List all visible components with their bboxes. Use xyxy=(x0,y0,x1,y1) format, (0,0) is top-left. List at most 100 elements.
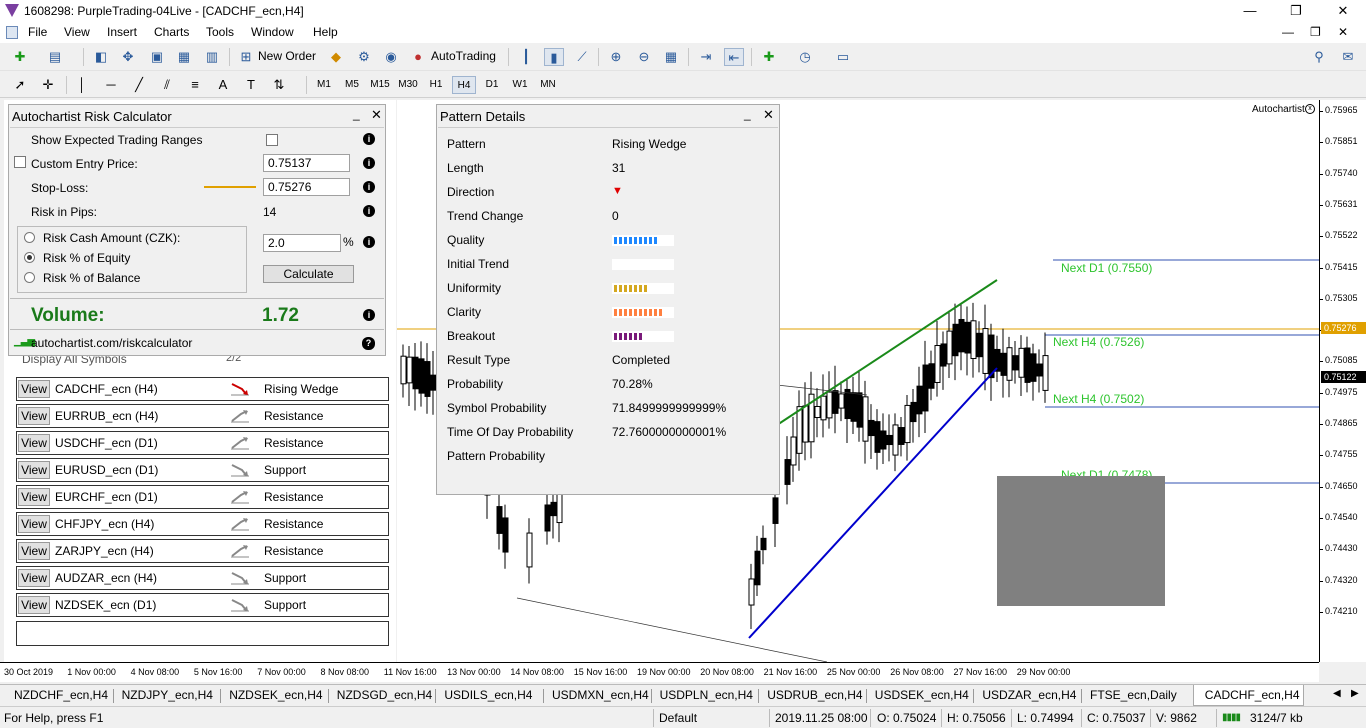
risk-balance-radio[interactable] xyxy=(24,272,35,283)
mdi-close-button[interactable]: ✕ xyxy=(1338,25,1348,39)
horizontal-line-icon[interactable]: ─ xyxy=(101,76,121,94)
chart-tab[interactable]: USDRUB_ecn,H4 xyxy=(767,688,862,702)
info-icon[interactable]: i xyxy=(363,157,375,169)
indicators-icon[interactable]: ✚ xyxy=(759,48,779,66)
zoom-in-icon[interactable]: ⊕ xyxy=(606,48,626,66)
timeframe-m30[interactable]: M30 xyxy=(396,76,420,94)
timeframe-m5[interactable]: M5 xyxy=(340,76,364,94)
market-watch-icon[interactable]: ◧ xyxy=(91,48,111,66)
info-icon[interactable]: i xyxy=(363,236,375,248)
risk-calculator-link[interactable]: autochartist.com/riskcalculator xyxy=(31,336,192,350)
crosshair-icon[interactable]: ✛ xyxy=(38,76,58,94)
chart-tab[interactable]: USDZAR_ecn,H4 xyxy=(982,688,1076,702)
mdi-minimize-button[interactable]: — xyxy=(1282,25,1294,39)
chart-tab[interactable]: NZDJPY_ecn,H4 xyxy=(122,688,213,702)
show-ranges-checkbox[interactable] xyxy=(266,134,278,146)
pattern-row[interactable]: View EURUSD_ecn (D1) Support xyxy=(16,458,389,482)
timeframe-d1[interactable]: D1 xyxy=(480,76,504,94)
strategy-tester-icon[interactable]: ▥ xyxy=(202,48,222,66)
pattern-row[interactable]: View CADCHF_ecn (H4) Rising Wedge xyxy=(16,377,389,401)
data-window-icon[interactable]: ✥ xyxy=(118,48,138,66)
chart-tab[interactable]: NZDSGD_ecn,H4 xyxy=(337,688,432,702)
bar-chart-icon[interactable]: ┃ xyxy=(516,48,536,66)
panel-minimize-icon[interactable]: _ xyxy=(353,107,360,121)
menu-help[interactable]: Help xyxy=(313,25,338,39)
pattern-row[interactable]: View USDCHF_ecn (D1) Resistance xyxy=(16,431,389,455)
chart-tab[interactable]: USDILS_ecn,H4 xyxy=(444,688,532,702)
view-button[interactable]: View xyxy=(18,569,50,587)
chart-tab[interactable]: USDSEK_ecn,H4 xyxy=(875,688,969,702)
pattern-row[interactable]: View AUDZAR_ecn (H4) Support xyxy=(16,566,389,590)
risk-cash-radio[interactable] xyxy=(24,232,35,243)
info-icon[interactable]: i xyxy=(363,205,375,217)
pattern-row[interactable]: View NZDSEK_ecn (D1) Support xyxy=(16,593,389,617)
timeframe-w1[interactable]: W1 xyxy=(508,76,532,94)
menu-view[interactable]: View xyxy=(64,25,90,39)
view-button[interactable]: View xyxy=(18,515,50,533)
new-chart-icon[interactable]: ✚ xyxy=(10,48,30,66)
help-icon[interactable]: ? xyxy=(362,337,375,350)
new-order-button[interactable]: New Order xyxy=(258,49,316,63)
info-icon[interactable]: i xyxy=(363,181,375,193)
templates-icon[interactable]: ▭ xyxy=(833,48,853,66)
autotrading-button[interactable]: AutoTrading xyxy=(431,49,496,63)
text-label-icon[interactable]: T xyxy=(241,76,261,94)
stop-loss-input[interactable] xyxy=(263,178,350,196)
custom-entry-checkbox[interactable] xyxy=(14,156,26,168)
options-icon[interactable]: ⚙ xyxy=(354,48,374,66)
shapes-icon[interactable]: ⇅ xyxy=(269,76,289,94)
navigator-icon[interactable]: ▣ xyxy=(147,48,167,66)
signals-icon[interactable]: ◉ xyxy=(381,48,401,66)
pattern-row[interactable]: View EURRUB_ecn (H4) Resistance xyxy=(16,404,389,428)
chart-tab[interactable]: USDMXN_ecn,H4 xyxy=(552,688,649,702)
menu-window[interactable]: Window xyxy=(251,25,294,39)
tab-scroll-left-icon[interactable]: ◀ xyxy=(1333,688,1341,699)
panel-close-icon[interactable]: ✕ xyxy=(763,107,774,123)
terminal-icon[interactable]: ▦ xyxy=(174,48,194,66)
view-button[interactable]: View xyxy=(18,380,50,398)
maximize-button[interactable]: ❐ xyxy=(1273,0,1319,22)
channel-icon[interactable]: ⫽ xyxy=(157,76,177,94)
menu-tools[interactable]: Tools xyxy=(206,25,234,39)
profiles-icon[interactable]: ▤ xyxy=(45,48,65,66)
autotrading-icon[interactable]: ● xyxy=(408,48,428,66)
view-button[interactable]: View xyxy=(18,434,50,452)
zoom-out-icon[interactable]: ⊖ xyxy=(634,48,654,66)
search-icon[interactable]: ⚲ xyxy=(1309,48,1329,66)
pattern-row[interactable]: View EURCHF_ecn (D1) Resistance xyxy=(16,485,389,509)
view-button[interactable]: View xyxy=(18,461,50,479)
candlestick-icon[interactable]: ▮ xyxy=(544,48,564,66)
chart-tab[interactable]: CADCHF_ecn,H4 xyxy=(1205,688,1300,702)
metaeditor-icon[interactable]: ◆ xyxy=(326,48,346,66)
timeframe-h1[interactable]: H1 xyxy=(424,76,448,94)
entry-price-input[interactable] xyxy=(263,154,350,172)
risk-value-input[interactable] xyxy=(263,234,341,252)
chart-tab[interactable]: NZDCHF_ecn,H4 xyxy=(14,688,108,702)
text-icon[interactable]: A xyxy=(213,76,233,94)
info-icon[interactable]: i xyxy=(363,133,375,145)
chart-shift-icon[interactable]: ⇤ xyxy=(724,48,744,66)
timeframe-mn[interactable]: MN xyxy=(536,76,560,94)
timeframe-m15[interactable]: M15 xyxy=(368,76,392,94)
cursor-icon[interactable]: ➚ xyxy=(10,76,30,94)
timeframe-m1[interactable]: M1 xyxy=(312,76,336,94)
menu-insert[interactable]: Insert xyxy=(107,25,137,39)
autoscroll-icon[interactable]: ⇥ xyxy=(696,48,716,66)
risk-equity-radio[interactable] xyxy=(24,252,35,263)
mdi-restore-button[interactable]: ❐ xyxy=(1310,25,1321,39)
timeframe-h4[interactable]: H4 xyxy=(452,76,476,94)
periods-icon[interactable]: ◷ xyxy=(795,48,815,66)
pattern-row[interactable]: View CHFJPY_ecn (H4) Resistance xyxy=(16,512,389,536)
chart-tab[interactable]: NZDSEK_ecn,H4 xyxy=(229,688,322,702)
trendline-icon[interactable]: ╱ xyxy=(129,76,149,94)
vertical-line-icon[interactable]: │ xyxy=(72,76,92,94)
menu-file[interactable]: File xyxy=(28,25,47,39)
view-button[interactable]: View xyxy=(18,488,50,506)
fibonacci-icon[interactable]: ≡ xyxy=(185,76,205,94)
new-order-icon[interactable]: ⊞ xyxy=(236,48,256,66)
info-icon[interactable]: i xyxy=(363,309,375,321)
line-chart-icon[interactable]: ⟋ xyxy=(572,48,592,66)
view-button[interactable]: View xyxy=(18,542,50,560)
menu-charts[interactable]: Charts xyxy=(154,25,189,39)
tab-scroll-right-icon[interactable]: ▶ xyxy=(1351,688,1359,699)
